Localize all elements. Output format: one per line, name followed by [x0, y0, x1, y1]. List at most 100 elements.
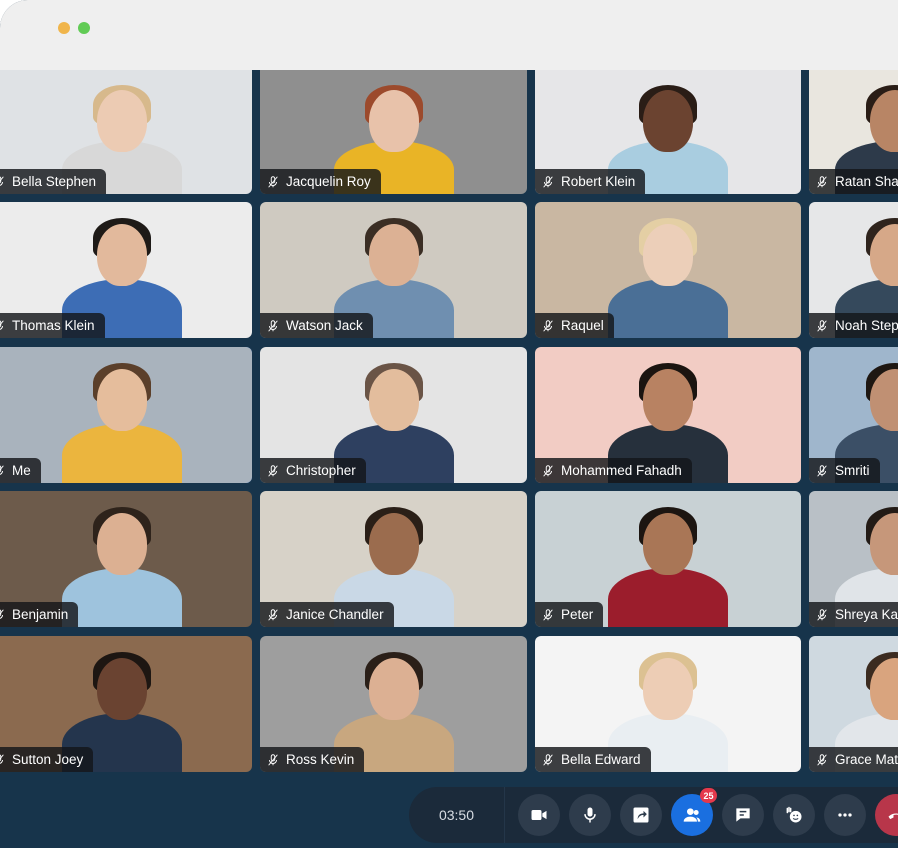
participant-name: Grace Mathew [835, 752, 898, 767]
participant-tile[interactable]: Bella Stephen [0, 70, 252, 194]
more-icon [838, 813, 852, 817]
participant-tile[interactable]: Raquel [535, 202, 801, 338]
mic-muted-icon [266, 464, 280, 478]
participant-name-tag: Bella Stephen [0, 169, 107, 194]
participant-tile[interactable]: Christopher [260, 347, 527, 483]
participants-icon [683, 808, 701, 822]
end-call-button[interactable] [875, 794, 898, 836]
participant-name: Janice Chandler [286, 607, 384, 622]
participant-name: Watson Jack [286, 318, 363, 333]
participant-name-tag: Christopher [260, 458, 366, 483]
participants-button[interactable]: 25 [671, 788, 717, 836]
participant-tile[interactable]: Mohammed Fahadh [535, 347, 801, 483]
participant-name-tag: Shreya Kapoor [809, 602, 898, 627]
participant-name: Christopher [286, 463, 356, 478]
mic-muted-icon [266, 608, 280, 622]
participant-name-tag: Janice Chandler [260, 602, 394, 627]
participant-tile[interactable]: Sutton Joey [0, 636, 252, 772]
participant-tile[interactable]: Ratan Sharma [809, 70, 898, 194]
participant-tile[interactable]: Benjamin [0, 491, 252, 627]
participant-tile[interactable]: Peter [535, 491, 801, 627]
participant-tile[interactable]: Grace Mathew [809, 636, 898, 772]
reactions-button[interactable] [773, 794, 815, 836]
minimize-button[interactable] [58, 22, 70, 34]
participant-name-tag: Noah Stephen [809, 313, 898, 338]
participant-name: Mohammed Fahadh [561, 463, 682, 478]
participant-name-tag: Smriti [809, 458, 880, 483]
participants-count-badge: 25 [700, 788, 717, 803]
participant-video [62, 347, 182, 483]
video-call-window: Bella Stephen Jacquelin Roy Robert Klein Ra… [0, 0, 898, 848]
chat-button[interactable] [722, 794, 764, 836]
mic-muted-icon [541, 464, 555, 478]
participant-name-tag: Thomas Klein [0, 313, 105, 338]
participant-name-tag: Ross Kevin [260, 747, 365, 772]
participant-video [62, 491, 182, 627]
microphone-button[interactable] [569, 794, 611, 836]
maximize-button[interactable] [78, 22, 90, 34]
participant-tile[interactable]: Smriti [809, 347, 898, 483]
participant-name-tag: Peter [535, 602, 604, 627]
microphone-icon [584, 807, 596, 823]
mic-muted-icon [815, 175, 829, 189]
mic-muted-icon [541, 175, 555, 189]
participant-name-tag: Robert Klein [535, 169, 646, 194]
mic-muted-icon [266, 753, 280, 767]
participant-tile[interactable]: Shreya Kapoor [809, 491, 898, 627]
mic-muted-icon [0, 608, 6, 622]
participant-tile[interactable]: Thomas Klein [0, 202, 252, 338]
participant-name: Benjamin [12, 607, 69, 622]
participant-name-tag: Watson Jack [260, 313, 373, 338]
participant-name: Noah Stephen [835, 318, 898, 333]
participant-name: Raquel [561, 318, 604, 333]
participant-tile[interactable]: Noah Stephen [809, 202, 898, 338]
participant-name-tag: Sutton Joey [0, 747, 94, 772]
participant-tile[interactable]: Bella Edward [535, 636, 801, 772]
mic-muted-icon [0, 175, 6, 189]
mic-muted-icon [541, 753, 555, 767]
participant-tile[interactable]: Janice Chandler [260, 491, 527, 627]
mic-muted-icon [266, 175, 280, 189]
mic-muted-icon [815, 464, 829, 478]
participant-name: Shreya Kapoor [835, 607, 898, 622]
mic-muted-icon [815, 753, 829, 767]
participant-name: Sutton Joey [12, 752, 84, 767]
participant-name: Me [12, 463, 31, 478]
mic-muted-icon [0, 753, 6, 767]
participant-name: Robert Klein [561, 174, 636, 189]
camera-button[interactable] [518, 794, 560, 836]
more-options-button[interactable] [824, 794, 866, 836]
participant-name-tag: Grace Mathew [809, 747, 898, 772]
participant-tile[interactable]: Ross Kevin [260, 636, 527, 772]
participant-video [608, 491, 728, 627]
participant-name-tag: Benjamin [0, 602, 79, 627]
participant-name: Peter [561, 607, 594, 622]
title-bar [0, 0, 898, 70]
participant-name: Thomas Klein [12, 318, 95, 333]
chat-icon [736, 808, 750, 822]
participant-tile[interactable]: Watson Jack [260, 202, 527, 338]
participant-name-tag: Me [0, 458, 41, 483]
participant-tile[interactable]: Jacquelin Roy [260, 70, 527, 194]
participant-name-tag: Ratan Sharma [809, 169, 898, 194]
mic-muted-icon [815, 608, 829, 622]
mic-muted-icon [266, 319, 280, 333]
participant-tile[interactable]: Robert Klein [535, 70, 801, 194]
mic-muted-icon [541, 319, 555, 333]
participant-name-tag: Mohammed Fahadh [535, 458, 692, 483]
participant-name: Bella Stephen [12, 174, 97, 189]
end-call-icon [888, 813, 898, 820]
call-controls-bar: 03:50 25 [409, 787, 898, 843]
participant-name-tag: Raquel [535, 313, 614, 338]
video-camera-icon [531, 810, 547, 820]
participant-tile[interactable]: Me [0, 347, 252, 483]
call-timer: 03:50 [409, 787, 505, 843]
participant-name: Ross Kevin [286, 752, 355, 767]
participant-video [608, 202, 728, 338]
share-screen-button[interactable] [620, 794, 662, 836]
participant-name: Bella Edward [561, 752, 641, 767]
share-screen-icon [633, 807, 649, 823]
mic-muted-icon [0, 319, 6, 333]
mic-muted-icon [0, 464, 6, 478]
raise-hand-icon [786, 806, 802, 823]
